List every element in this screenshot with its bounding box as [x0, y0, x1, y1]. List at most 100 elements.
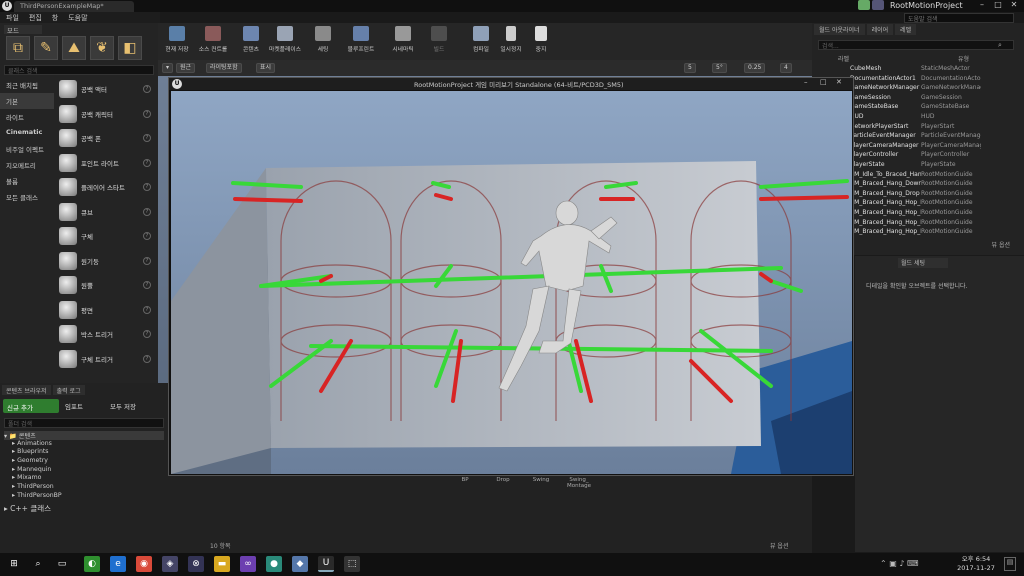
list-item[interactable]: 평면?	[56, 298, 154, 323]
column-type[interactable]: 유형	[958, 54, 969, 63]
edge-browser-icon[interactable]: e	[110, 556, 126, 572]
category-recent[interactable]: 최근 배치됨	[0, 77, 54, 93]
app-icon[interactable]: ◈	[162, 556, 178, 572]
tab-content-browser[interactable]: 콘텐츠 브라우저	[2, 385, 51, 395]
help-icon[interactable]: ?	[143, 330, 151, 339]
minimize-button[interactable]: –	[974, 0, 990, 12]
asset-label[interactable]: BP	[446, 477, 484, 483]
outliner-search-input[interactable]: 검색...	[818, 40, 1014, 50]
foliage-mode-icon[interactable]: ❦	[90, 36, 114, 60]
category-all-classes[interactable]: 모든 클래스	[0, 189, 54, 205]
asset-label[interactable]: Drop	[484, 477, 522, 483]
category-cinematic[interactable]: Cinematic	[0, 125, 54, 141]
notification-icon[interactable]	[872, 0, 884, 10]
menu-help[interactable]: 도움말	[68, 13, 87, 23]
category-volumes[interactable]: 볼륨	[0, 173, 54, 189]
app-icon[interactable]: ●	[266, 556, 282, 572]
tree-folder[interactable]: ▸ ThirdPersonBP	[4, 492, 164, 501]
game-render-view[interactable]	[171, 91, 852, 474]
paint-mode-icon[interactable]: ✎	[34, 36, 58, 60]
taskbar-clock[interactable]: 오후 6:54 2017-11-27	[954, 555, 998, 573]
menu-edit[interactable]: 편집	[29, 13, 42, 23]
list-item[interactable]: 큐브?	[56, 200, 154, 225]
help-icon[interactable]: ?	[143, 183, 151, 192]
windows-start-icon[interactable]: ⊞	[6, 556, 22, 572]
cinematics-button[interactable]: 시네마틱	[386, 26, 420, 58]
place-mode-icon[interactable]: ⧉	[6, 36, 30, 60]
list-item[interactable]: 공백 액터?	[56, 77, 154, 102]
pause-button[interactable]: 일시정지	[494, 26, 528, 58]
app-icon[interactable]: ⬚	[344, 556, 360, 572]
help-icon[interactable]: ?	[143, 85, 151, 94]
pie-maximize-button[interactable]: □	[820, 78, 827, 86]
list-item[interactable]: 공백 폰?	[56, 126, 154, 151]
category-lights[interactable]: 라이트	[0, 109, 54, 125]
list-item[interactable]: 박스 트리거?	[56, 322, 154, 347]
show-button[interactable]: 표시	[256, 63, 276, 73]
tree-folder[interactable]: ▸ Blueprints	[4, 448, 164, 457]
tree-folder[interactable]: ▸ Animations	[4, 440, 164, 449]
rotation-snap-value[interactable]: 5°	[712, 63, 727, 73]
tree-folder[interactable]: ▸ Mannequin	[4, 466, 164, 475]
menu-file[interactable]: 파일	[6, 13, 19, 23]
maximize-button[interactable]: □	[990, 0, 1006, 12]
landscape-mode-icon[interactable]: ⛰	[62, 36, 86, 60]
tab-world-outliner[interactable]: 월드 아웃라이너	[814, 24, 865, 35]
viewport-menu-icon[interactable]: ▾	[162, 63, 174, 73]
pie-minimize-button[interactable]: –	[804, 78, 808, 86]
folder-search-input[interactable]: 폴더 검색	[4, 418, 164, 428]
help-icon[interactable]: ?	[143, 256, 151, 265]
menu-window[interactable]: 창	[52, 13, 58, 23]
modes-tab[interactable]: 모드	[4, 25, 42, 35]
column-label[interactable]: 라벨	[838, 54, 849, 63]
document-tab[interactable]: ThirdPersonExampleMap*	[14, 1, 134, 12]
compile-button[interactable]: 컴파일	[464, 26, 498, 58]
tree-folder[interactable]: ▸ Geometry	[4, 457, 164, 466]
class-search-input[interactable]: 클래스 검색	[4, 65, 154, 75]
close-button[interactable]: ✕	[1006, 0, 1022, 12]
help-icon[interactable]: ?	[143, 109, 151, 118]
list-item[interactable]: 구체 트리거?	[56, 347, 154, 372]
save-current-button[interactable]: 현재 저장	[160, 26, 194, 58]
help-icon[interactable]: ?	[143, 232, 151, 241]
help-search-input[interactable]: 도움말 검색	[904, 13, 1014, 23]
outliner-view-options[interactable]: 뷰 옵션	[992, 240, 1010, 249]
list-item[interactable]: 원기둥?	[56, 249, 154, 274]
visual-studio-icon[interactable]: ∞	[240, 556, 256, 572]
help-icon[interactable]: ?	[143, 134, 151, 143]
category-basic[interactable]: 기본	[0, 93, 54, 109]
tab-output-log[interactable]: 출력 로그	[52, 385, 85, 395]
scale-snap-value[interactable]: 0.25	[744, 63, 766, 73]
help-icon[interactable]: ?	[143, 305, 151, 314]
tab-world-settings[interactable]: 월드 세팅	[898, 258, 948, 268]
app-icon[interactable]: ⊗	[188, 556, 204, 572]
tree-folder-cpp[interactable]: ▸ C++ 클래스	[4, 503, 164, 513]
asset-label[interactable]: Swing	[522, 477, 560, 483]
tab-layers[interactable]: 레이어	[866, 24, 894, 35]
tree-folder-content[interactable]: ▾ 📁 콘텐츠	[4, 431, 164, 440]
table-row[interactable]: CubeMesh StaticMeshActor	[818, 64, 1014, 74]
lighting-mode-button[interactable]: 라이팅포함	[206, 63, 242, 73]
pie-close-button[interactable]: ✕	[836, 78, 842, 86]
app-icon[interactable]: ◐	[84, 556, 100, 572]
import-button[interactable]: 임포트	[65, 401, 83, 411]
notifications-icon[interactable]: ▤	[1004, 557, 1016, 571]
camera-speed-value[interactable]: 4	[780, 63, 792, 73]
add-new-button[interactable]: 신규 추가	[3, 399, 59, 413]
unreal-editor-taskbar-icon[interactable]: U	[318, 556, 334, 572]
save-all-button[interactable]: 모두 저장	[110, 401, 136, 411]
search-icon[interactable]: ⌕	[30, 556, 46, 572]
help-icon[interactable]: ?	[143, 354, 151, 363]
list-item[interactable]: 원뿔?	[56, 273, 154, 298]
system-tray-icons[interactable]: ⌃ ▣ ♪ ⌨	[880, 559, 919, 568]
chrome-browser-icon[interactable]: ◉	[136, 556, 152, 572]
grid-snap-value[interactable]: 5	[684, 63, 696, 73]
content-button[interactable]: 콘텐츠	[234, 26, 268, 58]
category-visual-effects[interactable]: 비주얼 이펙트	[0, 141, 54, 157]
list-item[interactable]: 포인트 라이트?	[56, 151, 154, 176]
asset-label[interactable]: Swing_ Montage	[560, 477, 598, 489]
tree-folder[interactable]: ▸ ThirdPerson	[4, 483, 164, 492]
source-control-icon[interactable]	[858, 0, 870, 10]
tab-levels[interactable]: 레벨	[895, 24, 917, 35]
perspective-button[interactable]: 원근	[176, 63, 196, 73]
